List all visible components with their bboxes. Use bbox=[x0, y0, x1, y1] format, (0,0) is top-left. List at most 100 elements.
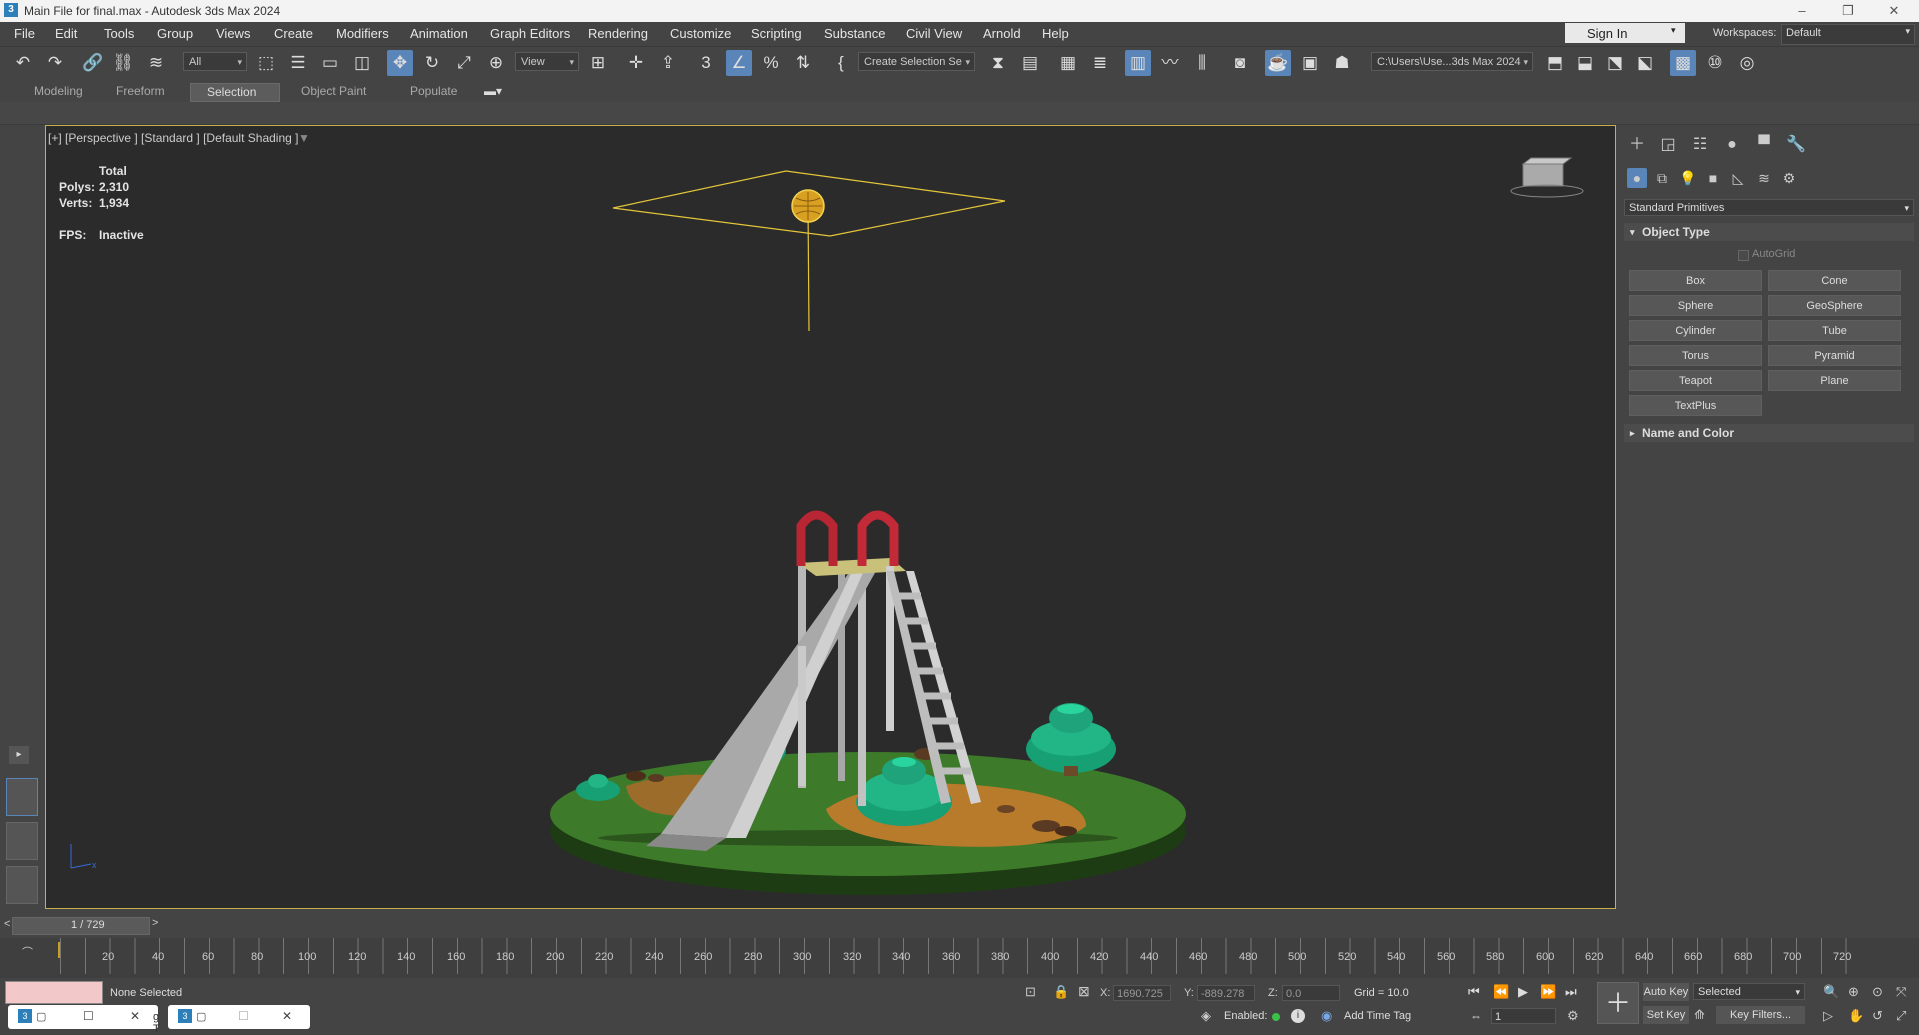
tab-modeling[interactable]: Modeling bbox=[18, 83, 99, 100]
restore-icon[interactable]: ☐ bbox=[238, 1009, 249, 1023]
helpers-icon[interactable]: ◺ bbox=[1728, 168, 1748, 188]
cylinder-button[interactable]: Cylinder bbox=[1629, 320, 1762, 341]
menu-file[interactable]: File bbox=[14, 26, 35, 41]
spinner-snap-icon[interactable]: ⇅ bbox=[790, 50, 816, 76]
modify-tab-icon[interactable]: ◲ bbox=[1658, 135, 1678, 155]
snaps-toggle-icon[interactable]: 3 bbox=[693, 50, 719, 76]
menu-rendering[interactable]: Rendering bbox=[588, 26, 648, 41]
orbit-icon[interactable]: ↺ bbox=[1872, 1008, 1883, 1024]
menu-customize[interactable]: Customize bbox=[670, 26, 731, 41]
zoom-extents-all-icon[interactable]: ⤧ bbox=[1896, 984, 1906, 1000]
expand-layouts-icon[interactable]: ▸ bbox=[9, 746, 29, 764]
taskbar-window-2[interactable]: 3 ▢ ☐ ✕ bbox=[168, 1005, 310, 1029]
angle-snap-icon[interactable]: ∠ bbox=[726, 50, 752, 76]
place-icon[interactable]: ⊕ bbox=[483, 50, 509, 76]
maxscript-listener-field[interactable] bbox=[5, 981, 103, 1004]
time-configuration-icon[interactable]: ⚙ bbox=[1567, 1008, 1579, 1024]
taskbar-window-1[interactable]: 3 ▢ ☐ ✕ g T bbox=[8, 1005, 160, 1035]
close-icon[interactable]: ✕ bbox=[282, 1009, 292, 1023]
undo-icon[interactable]: ↶ bbox=[10, 50, 36, 76]
shapes-icon[interactable]: ⧉ bbox=[1652, 168, 1672, 188]
menu-modifiers[interactable]: Modifiers bbox=[336, 26, 389, 41]
teapot-button[interactable]: Teapot bbox=[1629, 370, 1762, 391]
next-frame-button-icon[interactable]: ⏩ bbox=[1540, 984, 1556, 1000]
close-icon[interactable]: ✕ bbox=[130, 1009, 140, 1023]
set-key-button[interactable]: Set Key bbox=[1643, 1006, 1689, 1024]
cone-button[interactable]: Cone bbox=[1768, 270, 1901, 291]
z-coordinate-field[interactable]: 0.0 bbox=[1282, 985, 1340, 1001]
y-coordinate-field[interactable]: -889.278 bbox=[1197, 985, 1255, 1001]
restore-button[interactable]: ❐ bbox=[1833, 2, 1863, 20]
previous-frame-icon[interactable]: ⏪ bbox=[1493, 984, 1509, 1000]
cameras-icon[interactable]: ■ bbox=[1703, 168, 1723, 188]
set-key-big-icon[interactable]: ＋ bbox=[1597, 982, 1639, 1024]
perspective-viewport[interactable]: x bbox=[45, 125, 1616, 909]
reference-coordinate-select[interactable]: View bbox=[515, 52, 579, 72]
project-path-select[interactable]: C:\Users\Use...3ds Max 2024 bbox=[1371, 52, 1533, 72]
pan-view-icon[interactable]: ✋ bbox=[1848, 1008, 1864, 1024]
name-and-color-rollout-header[interactable]: ▸ Name and Color bbox=[1624, 424, 1914, 442]
menu-civil-view[interactable]: Civil View bbox=[906, 26, 962, 41]
layout-tab-1[interactable] bbox=[6, 778, 38, 816]
layout-tab-2[interactable] bbox=[6, 822, 38, 860]
time-tag-icon[interactable]: ◉ bbox=[1321, 1008, 1332, 1024]
scale-icon[interactable]: ⤢ bbox=[451, 50, 477, 76]
menu-group[interactable]: Group bbox=[157, 26, 193, 41]
go-to-start-icon[interactable]: ⏮ bbox=[1468, 984, 1480, 1000]
key-mode-select[interactable]: Selected ▾ bbox=[1693, 983, 1805, 1000]
open-icon[interactable]: ⬕ bbox=[1632, 50, 1658, 76]
x-coordinate-field[interactable]: 1690.725 bbox=[1113, 985, 1171, 1001]
scene-explorer-icon[interactable]: ▦ bbox=[1055, 50, 1081, 76]
torus-button[interactable]: Torus bbox=[1629, 345, 1762, 366]
bind-space-warp-icon[interactable]: ≋ bbox=[143, 50, 169, 76]
frame-10-icon[interactable]: ⑩ bbox=[1702, 50, 1728, 76]
key-mode-toggle-icon[interactable]: ⟰ bbox=[1694, 1007, 1705, 1023]
geometry-icon[interactable]: ● bbox=[1627, 168, 1647, 188]
lock-selection-icon[interactable]: 🔒 bbox=[1053, 984, 1069, 1000]
add-time-tag[interactable]: Add Time Tag bbox=[1344, 1010, 1411, 1022]
mini-curve-editor-icon[interactable]: ⌒ bbox=[22, 944, 33, 960]
percent-snap-icon[interactable]: % bbox=[758, 50, 784, 76]
render-setup-icon[interactable]: ☕ bbox=[1265, 50, 1291, 76]
geosphere-button[interactable]: GeoSphere bbox=[1768, 295, 1901, 316]
zoom-icon[interactable]: 🔍 bbox=[1823, 984, 1839, 1000]
isolate-selection-icon[interactable]: ⊡ bbox=[1025, 984, 1036, 1000]
key-filters-button[interactable]: Key Filters... bbox=[1716, 1006, 1805, 1024]
selection-filter-select[interactable]: All bbox=[183, 52, 247, 72]
auto-key-button[interactable]: Auto Key bbox=[1643, 983, 1689, 1001]
edit-named-selection-icon[interactable]: { bbox=[828, 50, 854, 76]
box-button[interactable]: Box bbox=[1629, 270, 1762, 291]
ribbon-options-icon[interactable]: ▬▾ bbox=[476, 83, 510, 100]
lights-icon[interactable]: 💡 bbox=[1678, 168, 1698, 188]
menu-create[interactable]: Create bbox=[274, 26, 313, 41]
motion-tab-icon[interactable]: ● bbox=[1722, 135, 1742, 155]
viewport-label-menu[interactable]: [+] [Perspective ] [Standard ] [Default … bbox=[48, 131, 298, 145]
play-icon[interactable]: ▶ bbox=[1518, 984, 1528, 1000]
info-icon[interactable]: i bbox=[1291, 1009, 1305, 1023]
pyramid-button[interactable]: Pyramid bbox=[1768, 345, 1901, 366]
sphere-button[interactable]: Sphere bbox=[1629, 295, 1762, 316]
maximize-viewport-icon[interactable]: ⤢ bbox=[1896, 1008, 1906, 1024]
close-button[interactable]: ✕ bbox=[1879, 2, 1909, 20]
save-icon[interactable]: ⬓ bbox=[1572, 50, 1598, 76]
viewport-layout-icon[interactable]: ▩ bbox=[1670, 50, 1696, 76]
layer-explorer-icon[interactable]: ≣ bbox=[1087, 50, 1113, 76]
systems-icon[interactable]: ⚙ bbox=[1779, 168, 1799, 188]
autogrid-checkbox[interactable] bbox=[1738, 250, 1749, 261]
display-tab-icon[interactable]: ▀ bbox=[1754, 135, 1774, 155]
create-tab-icon[interactable]: ＋ bbox=[1627, 135, 1647, 155]
go-to-end-icon[interactable]: ⏭ bbox=[1565, 984, 1577, 1000]
adaptive-degradation-icon[interactable]: ◈ bbox=[1201, 1008, 1211, 1024]
align-icon[interactable]: ▤ bbox=[1017, 50, 1043, 76]
restore-icon[interactable]: ☐ bbox=[83, 1009, 94, 1023]
link-icon[interactable]: 🔗 bbox=[80, 50, 106, 76]
primitive-category-select[interactable]: Standard Primitives ▾ bbox=[1624, 199, 1914, 216]
viewport-filter-icon[interactable]: ▼ bbox=[298, 131, 310, 145]
named-selection-select[interactable]: Create Selection Se bbox=[858, 52, 975, 72]
menu-help[interactable]: Help bbox=[1042, 26, 1069, 41]
tab-object-paint[interactable]: Object Paint bbox=[285, 83, 382, 100]
select-manipulate-icon[interactable]: ✛ bbox=[623, 50, 649, 76]
workspace-select[interactable]: Default ▾ bbox=[1781, 24, 1915, 45]
absolute-transform-icon[interactable]: ⊠ bbox=[1078, 983, 1090, 1000]
zoom-all-icon[interactable]: ⊕ bbox=[1848, 984, 1859, 1000]
